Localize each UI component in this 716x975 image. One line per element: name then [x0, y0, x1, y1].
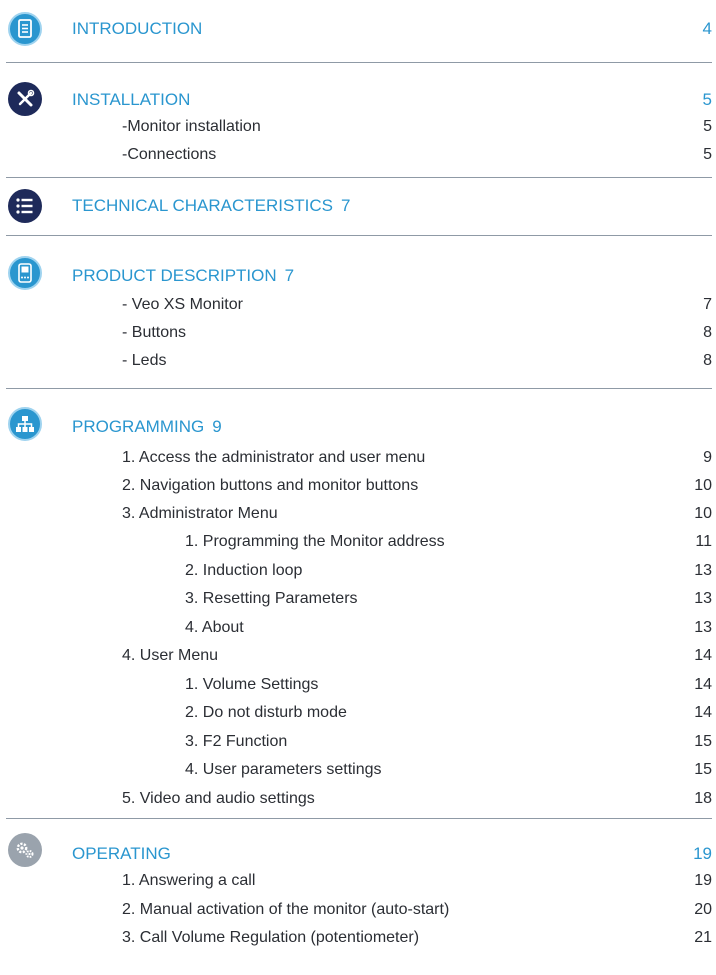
toc-heading-introduction[interactable]: INTRODUCTION [72, 19, 202, 39]
toc-entry[interactable]: - Veo XS Monitor [122, 295, 243, 315]
toc-entry[interactable]: - Leds [122, 351, 166, 371]
toc-entry[interactable]: 5. Video and audio settings [122, 789, 315, 809]
toc-entry-page: 18 [694, 790, 712, 807]
toc-entry[interactable]: 3. F2 Function [185, 732, 287, 752]
toc-entry[interactable]: 3. Administrator Menu [122, 504, 278, 524]
toc-entry[interactable]: 2. Manual activation of the monitor (aut… [122, 900, 449, 920]
toc-entry[interactable]: 4. About [185, 618, 244, 638]
toc-entry-page: 15 [694, 761, 712, 778]
toc-heading-programming[interactable]: PROGRAMMING 9 [72, 417, 222, 437]
toc-entry-page: 14 [694, 704, 712, 721]
toc-entry-page: 5 [703, 118, 712, 135]
toc-entry-page: 9 [703, 449, 712, 466]
toc-entry[interactable]: 2. Navigation buttons and monitor button… [122, 476, 418, 496]
toc-page-technical: 7 [341, 196, 351, 215]
toc-page-introduction: 4 [702, 19, 712, 38]
toc-entry-page: 15 [694, 733, 712, 750]
toc-entry-page: 21 [694, 929, 712, 946]
divider [6, 388, 712, 389]
toc-heading-technical[interactable]: TECHNICAL CHARACTERISTICS 7 [72, 196, 350, 216]
toc-entry[interactable]: - Buttons [122, 323, 186, 343]
toc-entry[interactable]: 1. Programming the Monitor address [185, 532, 445, 552]
list-icon [8, 189, 42, 223]
toc-page-product: 7 [284, 266, 295, 285]
divider [6, 177, 712, 178]
toc-page-operating: 19 [693, 844, 712, 863]
toc-entry[interactable]: 4. User parameters settings [185, 760, 382, 780]
toc-heading-operating[interactable]: OPERATING [72, 844, 171, 864]
toc-entry[interactable]: -Connections [122, 145, 216, 165]
toc-entry-page: 5 [703, 146, 712, 163]
divider [6, 818, 712, 819]
toc-entry[interactable]: -Monitor installation [122, 117, 261, 137]
toc-entry-page: 10 [694, 477, 712, 494]
gears-icon [8, 833, 42, 867]
toc-entry-page: 14 [694, 676, 712, 693]
toc-entry-page: 13 [694, 619, 712, 636]
toc-entry[interactable]: 3. Resetting Parameters [185, 589, 358, 609]
toc-entry[interactable]: 1. Volume Settings [185, 675, 318, 695]
toc-entry[interactable]: 1. Answering a call [122, 871, 255, 891]
toc-entry-page: 13 [694, 562, 712, 579]
toc-entry-page: 7 [703, 296, 712, 313]
toc-entry[interactable]: 2. Induction loop [185, 561, 302, 581]
toc-entry[interactable]: 4. User Menu [122, 646, 218, 666]
monitor-icon [8, 256, 42, 290]
toc-entry-page: 8 [703, 352, 712, 369]
toc-entry-page: 13 [694, 590, 712, 607]
sitemap-icon [8, 407, 42, 441]
toc-entry-page: 8 [703, 324, 712, 341]
toc-page-installation: 5 [702, 90, 712, 109]
toc-entry[interactable]: 1. Access the administrator and user men… [122, 448, 425, 468]
toc-heading-installation[interactable]: INSTALLATION [72, 90, 190, 110]
document-icon [8, 12, 42, 46]
toc-page-programming: 9 [212, 417, 222, 436]
toc-entry[interactable]: 3. Call Volume Regulation (potentiometer… [122, 928, 419, 948]
toc-entry-page: 14 [694, 647, 712, 664]
divider [6, 235, 712, 236]
toc-heading-product[interactable]: PRODUCT DESCRIPTION 7 [72, 266, 294, 286]
toc-entry-page: 20 [694, 901, 712, 918]
toc-entry[interactable]: 2. Do not disturb mode [185, 703, 347, 723]
toc-entry-page: 11 [695, 533, 712, 550]
toc-entry-page: 10 [694, 505, 712, 522]
toc-entry-page: 19 [694, 872, 712, 889]
divider [6, 62, 712, 63]
tools-icon [8, 82, 42, 116]
